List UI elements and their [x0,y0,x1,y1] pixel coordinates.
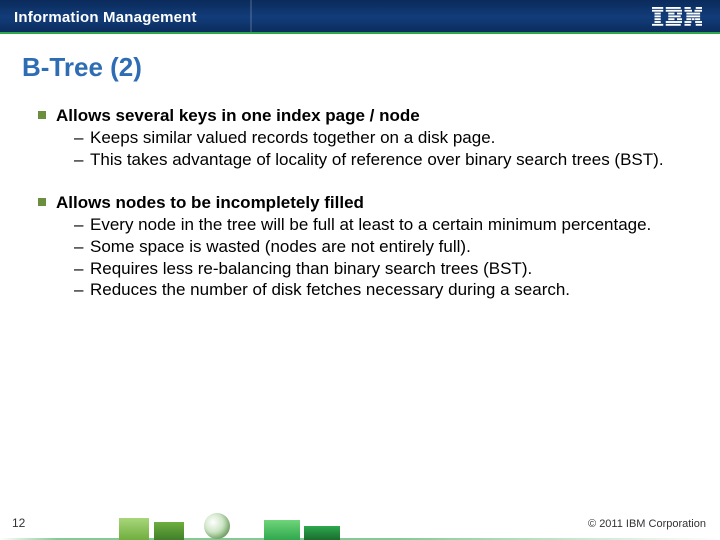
bullet-2-sub-3: –Requires less re-balancing than binary … [56,258,682,280]
dash-icon: – [74,258,83,280]
bullet-2-head: Allows nodes to be incompletely filled [56,192,682,214]
header-bar: Information Management [0,0,720,34]
page-number: 12 [12,516,25,530]
page-title: B-Tree (2) [22,52,720,83]
bullet-1-sub-2: –This takes advantage of locality of ref… [56,149,682,171]
dash-icon: – [74,149,83,171]
bullet-1: Allows several keys in one index page / … [38,105,682,170]
deco-bar [304,526,340,540]
ibm-logo [652,6,702,28]
deco-bar [119,518,149,540]
copyright-text: © 2011 IBM Corporation [588,518,706,530]
header-brand: Information Management [14,9,197,26]
sub-text: Requires less re-balancing than binary s… [90,259,532,278]
sub-text: Keeps similar valued records together on… [90,128,495,147]
dash-icon: – [74,279,83,301]
square-bullet-icon [38,111,46,119]
sub-text: Every node in the tree will be full at l… [90,215,651,234]
bullet-2: Allows nodes to be incompletely filled –… [38,192,682,301]
globe-icon [204,513,230,539]
slide: Information Management [0,0,720,540]
bullet-2-sub-1: –Every node in the tree will be full at … [56,214,682,236]
sub-text: This takes advantage of locality of refe… [90,150,664,169]
dash-icon: – [74,127,83,149]
content-area: Allows several keys in one index page / … [38,105,682,301]
header-divider [250,0,252,34]
square-bullet-icon [38,198,46,206]
bullet-2-sub-2: –Some space is wasted (nodes are not ent… [56,236,682,258]
sub-text: Reduces the number of disk fetches neces… [90,280,570,299]
footer: 12 © 2011 IBM Corporation [0,510,720,540]
bullet-1-sub-1: –Keeps similar valued records together o… [56,127,682,149]
dash-icon: – [74,236,83,258]
footer-decoration [74,512,414,540]
bullet-2-sub-4: –Reduces the number of disk fetches nece… [56,279,682,301]
deco-bar [154,522,184,540]
header-accent-line [0,32,720,34]
deco-bar [264,520,300,540]
sub-text: Some space is wasted (nodes are not enti… [90,237,471,256]
dash-icon: – [74,214,83,236]
bullet-1-head: Allows several keys in one index page / … [56,105,682,127]
